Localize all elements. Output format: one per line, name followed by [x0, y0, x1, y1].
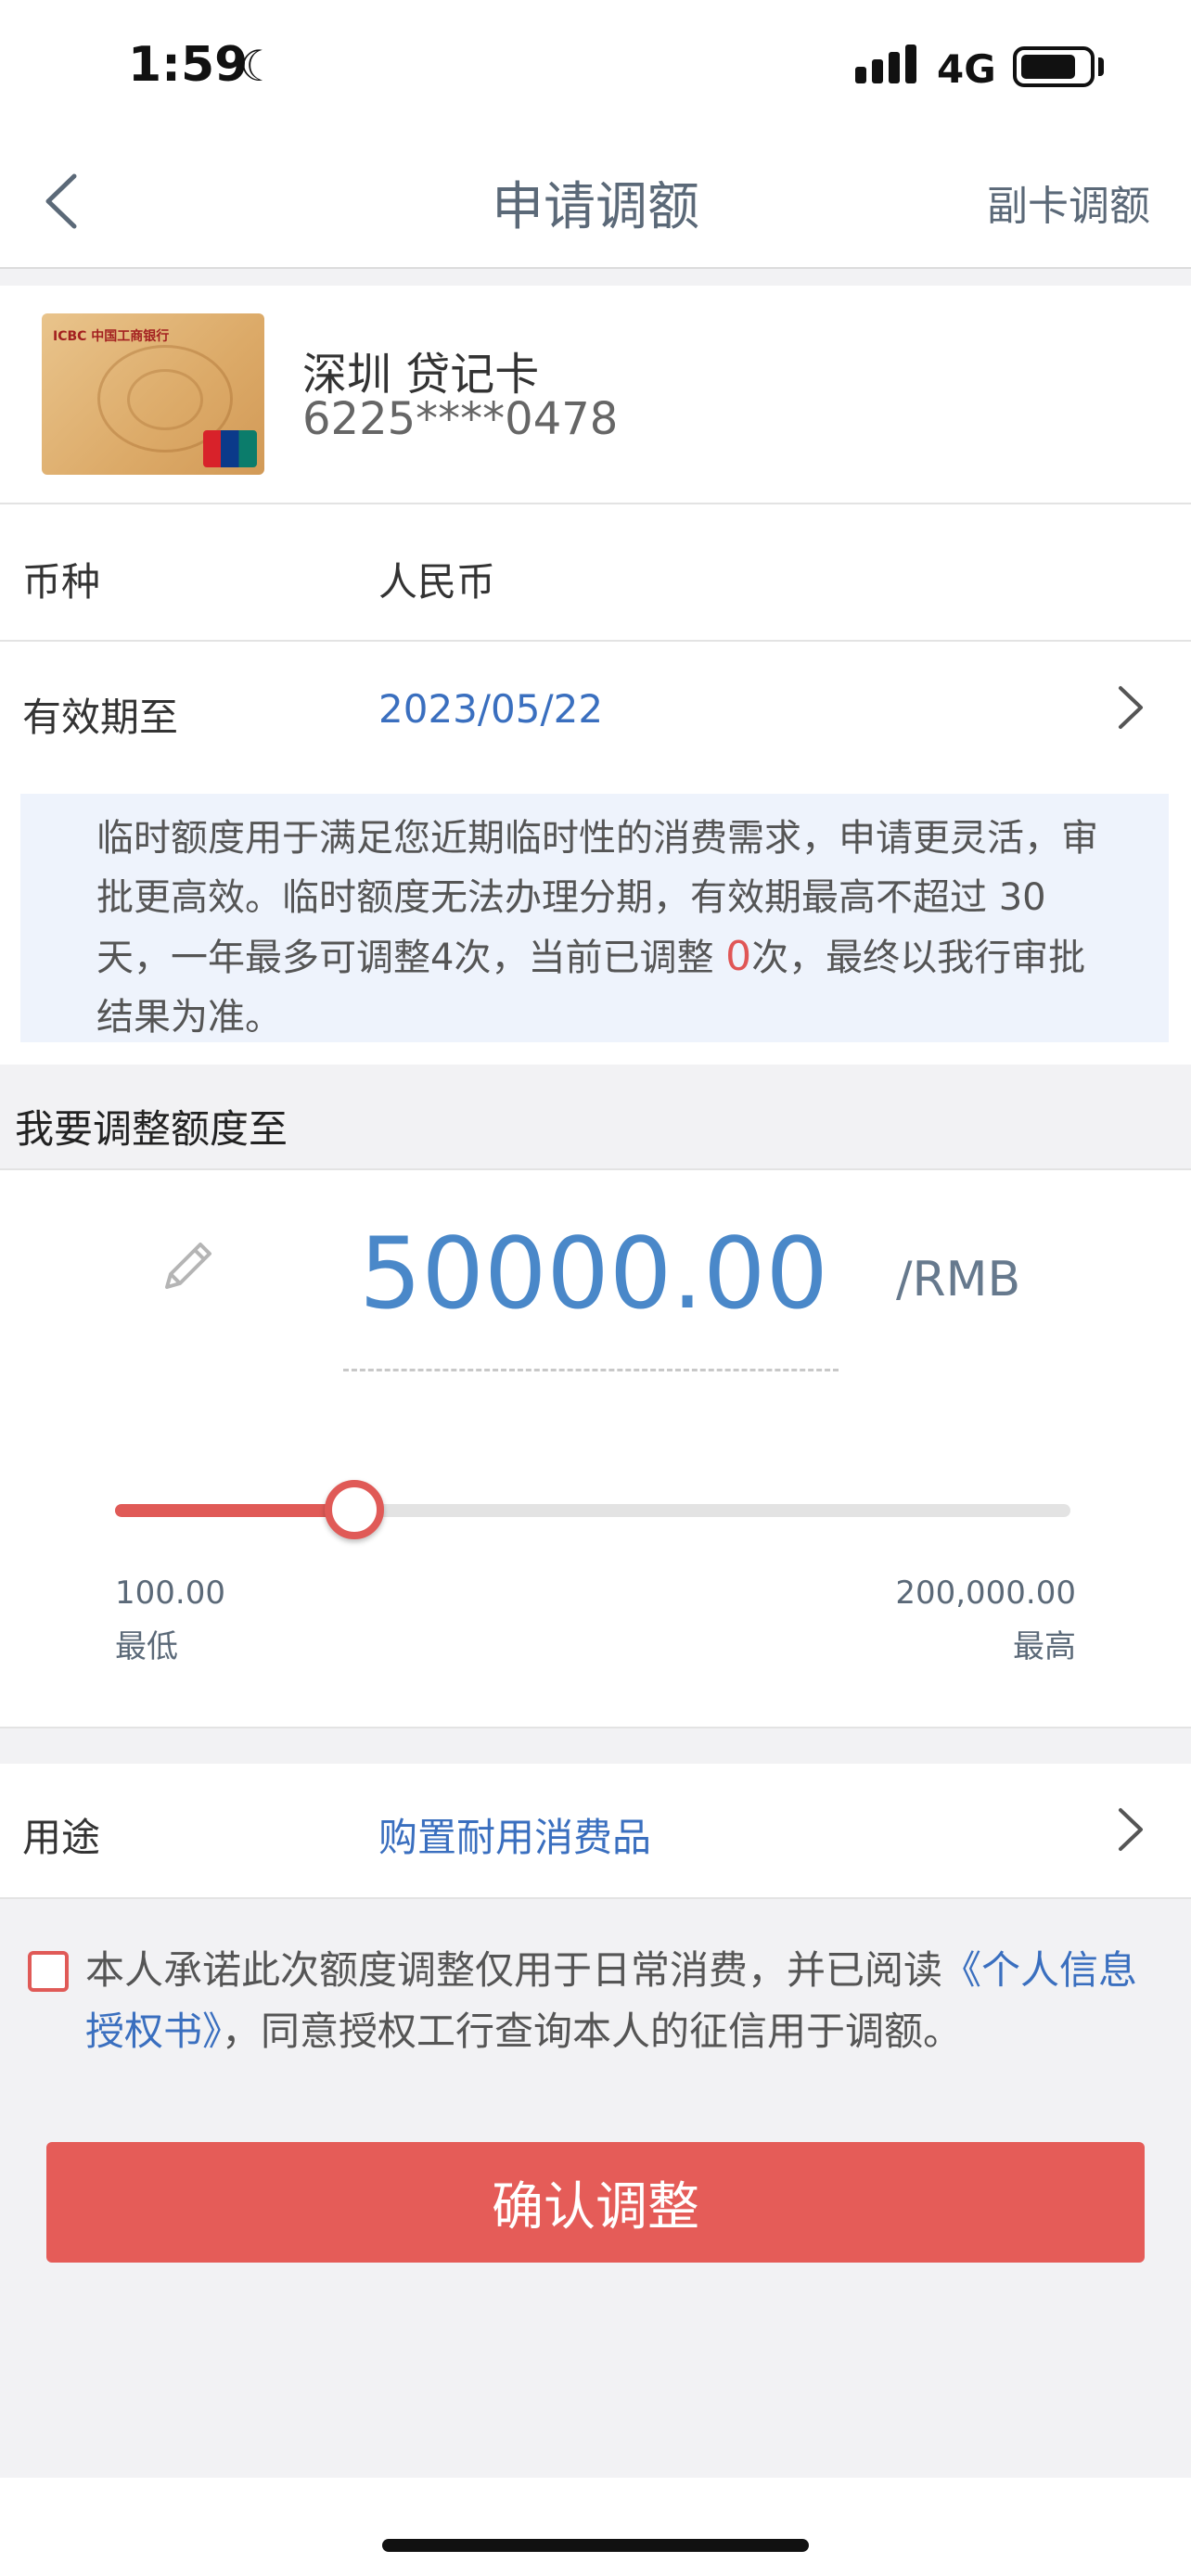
card-pattern-inner	[127, 369, 203, 430]
max-value: 200,000.00	[895, 1575, 1076, 1612]
agreement-text-part: 本人承诺此次额度调整仅用于日常消费，并已阅读	[85, 1947, 943, 1993]
chevron-right-icon	[1119, 686, 1143, 729]
currency-value: 人民币	[378, 559, 496, 605]
slider-fill	[115, 1504, 354, 1517]
amount-unit: /RMB	[896, 1252, 1021, 1307]
validity-label: 有效期至	[22, 695, 179, 740]
validity-date[interactable]: 2023/05/22	[378, 686, 603, 732]
currency-label: 币种	[22, 559, 101, 605]
confirm-button[interactable]: 确认调整	[46, 2142, 1145, 2263]
network-type: 4G	[937, 46, 996, 92]
adjust-count: 0	[725, 933, 752, 980]
agreement-text-part: ，同意授权工行查询本人的征信用于调额。	[222, 2009, 963, 2054]
card-logo: ICBC 中国工商银行	[53, 329, 170, 344]
purpose-value[interactable]: 购置耐用消费品	[378, 1806, 651, 1863]
signal-icon	[855, 45, 916, 83]
min-value: 100.00	[115, 1575, 225, 1612]
purpose-row[interactable]: 用途 购置耐用消费品	[0, 1764, 1191, 1899]
battery-icon	[1013, 46, 1095, 87]
unionpay-logo-icon	[203, 430, 257, 467]
home-indicator[interactable]	[382, 2539, 809, 2552]
purpose-label: 用途	[22, 1815, 101, 1860]
battery-tip	[1098, 57, 1104, 76]
moon-icon: ☾	[239, 41, 278, 91]
pencil-icon[interactable]	[156, 1233, 221, 1298]
section-title: 我要调整额度至	[15, 1106, 288, 1152]
bottom-bar	[0, 2478, 1191, 2576]
validity-row[interactable]: 有效期至 2023/05/22	[0, 642, 1191, 777]
section-header: 我要调整额度至	[0, 1065, 1191, 1170]
notice-text: 临时额度用于满足您近期临时性的消费需求，申请更灵活，审批更高效。临时额度无法办理…	[96, 809, 1117, 1047]
slider-handle[interactable]	[324, 1480, 384, 1539]
max-label: 最高	[1013, 1628, 1076, 1665]
currency-row: 币种 人民币	[0, 504, 1191, 642]
secondary-card-adjust-link[interactable]: 副卡调额	[928, 172, 1150, 232]
card-image: ICBC 中国工商银行	[42, 313, 264, 475]
notice-box: 临时额度用于满足您近期临时性的消费需求，申请更灵活，审批更高效。临时额度无法办理…	[20, 794, 1169, 1042]
card-number: 6225****0478	[302, 393, 619, 445]
amount-underline	[343, 1369, 839, 1371]
amount-input[interactable]: 50000.00	[334, 1217, 853, 1331]
agreement-checkbox[interactable]	[28, 1951, 69, 1992]
min-label: 最低	[115, 1628, 178, 1665]
chevron-right-icon	[1119, 1808, 1143, 1851]
status-time: 1:59	[128, 37, 249, 93]
agreement-text: 本人承诺此次额度调整仅用于日常消费，并已阅读《个人信息授权书》，同意授权工行查询…	[85, 1940, 1152, 2062]
